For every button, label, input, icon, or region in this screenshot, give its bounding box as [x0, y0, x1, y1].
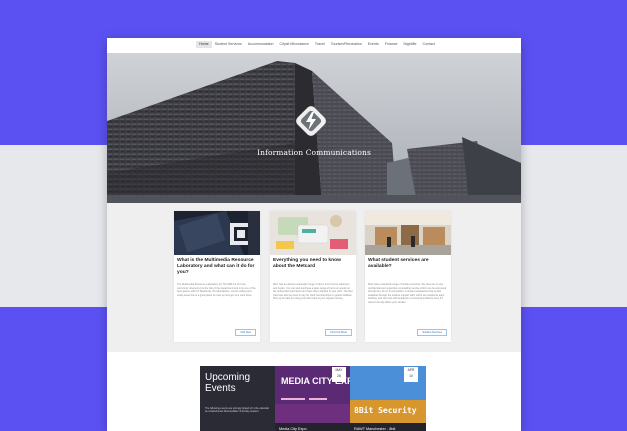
nav-item-student-services[interactable]: Student Services — [212, 41, 245, 48]
nav-item-events[interactable]: Events — [365, 41, 382, 48]
nav-item-finance[interactable]: Finance — [382, 41, 401, 48]
upcoming-events-subtext: The following events are strongly tipped… — [205, 407, 269, 414]
event-date-day: 10 — [409, 374, 413, 378]
card-metcard-body: Metc has an almost meaningful range of i… — [273, 283, 353, 300]
nav-item-citysit[interactable]: Citysit Microdance — [277, 41, 312, 48]
card-mrl-button[interactable]: Visit Now — [235, 329, 256, 336]
card-mrl-image — [174, 211, 260, 255]
card-metcard-button[interactable]: Find Out More — [325, 329, 352, 336]
nav-item-travel[interactable]: Travel — [312, 41, 328, 48]
card-mrl-body: The Multimedia Resource Laboratory (or T… — [177, 283, 256, 297]
nav-item-contact[interactable]: Contact — [420, 41, 438, 48]
nav-item-home[interactable]: Home — [196, 41, 212, 48]
event-date-month: MAY — [335, 368, 343, 372]
card-metcard-title: Everything you need to know about the Me… — [273, 258, 341, 269]
card-student-services-title: What student services are available? — [368, 258, 429, 269]
card-mrl: What is the Multimedia Resource Laborato… — [174, 211, 260, 342]
card-student-services-button[interactable]: Student Services — [417, 329, 447, 336]
card-student-services: What student services are available? Met… — [365, 211, 451, 342]
card-student-services-body: Metc have a fantastic range of student s… — [368, 283, 447, 304]
top-navigation: Home Student Services Accommodation City… — [107, 38, 521, 54]
hero-title: Information Communications — [257, 148, 371, 157]
poster-art-text-2: 8Bit Security — [354, 405, 417, 415]
hero-banner: Information Communications — [107, 53, 521, 203]
website-preview: Home Student Services Accommodation City… — [107, 38, 521, 431]
event-tile-8bit-security[interactable]: 8Bit Security APR 10 RAWT Manchester - 8… — [350, 366, 426, 431]
upcoming-events-heading: Upcoming Events — [205, 372, 251, 394]
upcoming-events-tile: Upcoming Events The following events are… — [200, 366, 275, 431]
event-tile-media-city-expo[interactable]: MEDIA CITY EXPO MAY 26 Media City Expo — [275, 366, 350, 431]
nav-item-nightlife[interactable]: Nightlife — [401, 41, 420, 48]
card-mrl-title: What is the Multimedia Resource Laborato… — [177, 258, 255, 275]
card-metcard-image — [270, 211, 356, 255]
event-date-badge: APR 10 — [404, 367, 418, 382]
events-section: Upcoming Events The following events are… — [200, 366, 426, 431]
event-date-month: APR — [407, 368, 415, 372]
event-caption: RAWT Manchester - 8bit — [350, 423, 426, 431]
nav-item-accommodation[interactable]: Accommodation — [245, 41, 277, 48]
event-date-badge: MAY 26 — [332, 367, 346, 382]
card-student-services-image — [365, 211, 451, 255]
card-metcard: Everything you need to know about the Me… — [270, 211, 356, 342]
event-date-day: 26 — [337, 374, 341, 378]
lightning-logo-icon — [296, 106, 326, 136]
event-caption: Media City Expo — [275, 423, 350, 431]
nav-item-tourism[interactable]: Tourism/Recreation — [328, 41, 365, 48]
info-cards-section: What is the Multimedia Resource Laborato… — [107, 203, 521, 352]
